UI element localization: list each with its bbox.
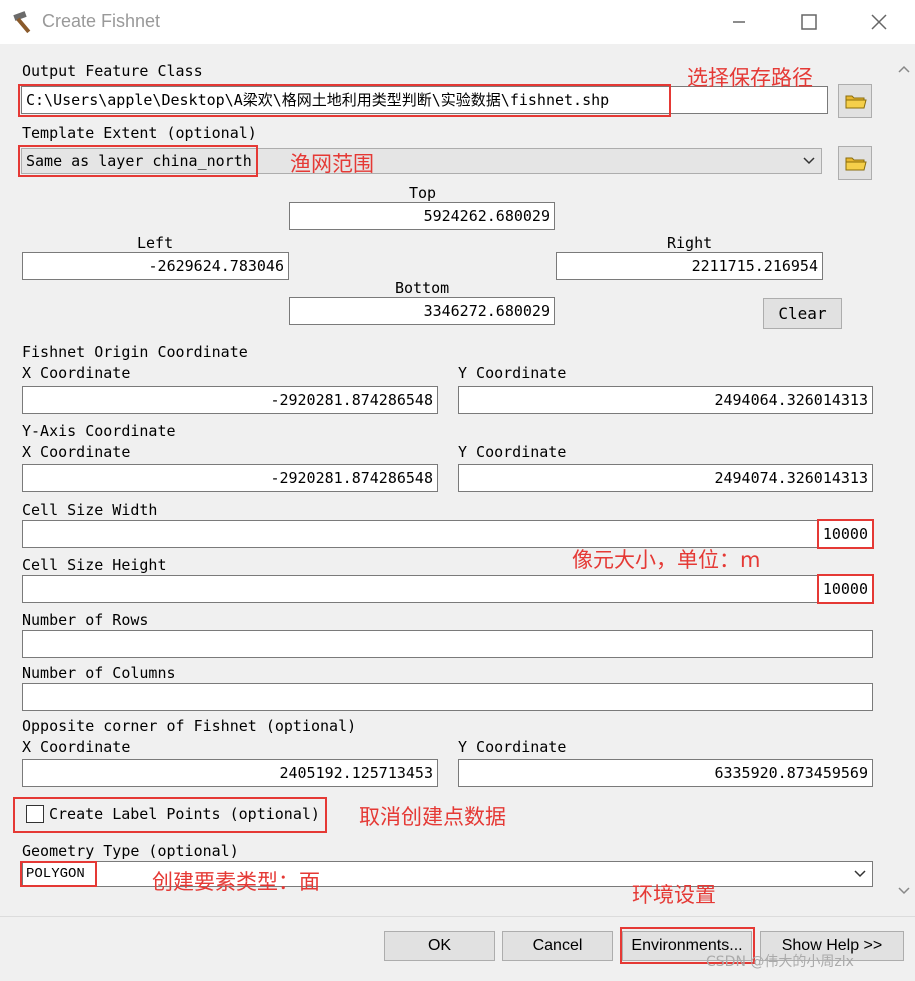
output-feature-class-label: Output Feature Class [22, 62, 203, 80]
rows-label: Number of Rows [22, 611, 149, 629]
watermark: CSDN @伟大的小周zlx [706, 954, 854, 970]
folder-icon [845, 157, 867, 171]
opposite-x-input[interactable]: 2405192.125713453 [22, 759, 438, 787]
browse-output-button[interactable] [838, 84, 872, 118]
clear-button[interactable]: Clear [763, 298, 842, 329]
highlight-cell-height [817, 574, 874, 604]
annotation-save-path: 选择保存路径 [687, 66, 813, 90]
y-axis-x-input[interactable]: -2920281.874286548 [22, 464, 438, 492]
y-axis-y-input[interactable]: 2494074.326014313 [458, 464, 873, 492]
geometry-type-select[interactable]: POLYGON [22, 861, 873, 887]
origin-y-label: Y Coordinate [458, 364, 567, 382]
hammer-icon [13, 11, 31, 34]
columns-label: Number of Columns [22, 664, 176, 682]
cancel-button[interactable]: Cancel [502, 931, 613, 961]
y-axis-y-label: Y Coordinate [458, 443, 567, 461]
left-input[interactable]: -2629624.783046 [22, 252, 289, 280]
highlight-geometry-type [20, 861, 97, 887]
cell-height-label: Cell Size Height [22, 556, 167, 574]
top-input[interactable]: 5924262.680029 [289, 202, 555, 230]
cell-width-label: Cell Size Width [22, 501, 158, 519]
left-label: Left [137, 234, 174, 252]
window-title: Create Fishnet [42, 11, 161, 31]
template-extent-label: Template Extent (optional) [22, 124, 257, 142]
y-axis-label: Y-Axis Coordinate [22, 422, 176, 440]
annotation-environment: 环境设置 [632, 883, 716, 907]
annotation-geometry: 创建要素类型：面 [152, 870, 320, 894]
geometry-type-label: Geometry Type (optional) [22, 842, 239, 860]
opposite-x-label: X Coordinate [22, 738, 131, 756]
highlight-output-path [18, 84, 671, 117]
chevron-down-icon [854, 870, 866, 878]
opposite-y-label: Y Coordinate [458, 738, 567, 756]
minimize-icon[interactable] [724, 8, 754, 36]
vertical-scrollbar[interactable] [893, 44, 915, 916]
folder-icon [845, 95, 867, 109]
columns-input[interactable] [22, 683, 873, 711]
scroll-down-icon[interactable] [897, 884, 911, 898]
scroll-up-icon[interactable] [897, 62, 911, 76]
bottom-input[interactable]: 3346272.680029 [289, 297, 555, 325]
y-axis-x-label: X Coordinate [22, 443, 131, 461]
origin-x-label: X Coordinate [22, 364, 131, 382]
ok-button[interactable]: OK [384, 931, 495, 961]
rows-input[interactable] [22, 630, 873, 658]
maximize-icon[interactable] [794, 8, 824, 36]
chevron-down-icon [803, 157, 815, 165]
top-label: Top [409, 184, 437, 202]
opposite-label: Opposite corner of Fishnet (optional) [22, 717, 357, 735]
highlight-template-extent [18, 145, 258, 177]
close-icon[interactable] [864, 8, 894, 36]
highlight-label-points [13, 797, 327, 833]
origin-y-input[interactable]: 2494064.326014313 [458, 386, 873, 414]
right-input[interactable]: 2211715.216954 [556, 252, 823, 280]
annotation-fishnet-extent: 渔网范围 [290, 152, 374, 176]
opposite-y-input[interactable]: 6335920.873459569 [458, 759, 873, 787]
annotation-cell-size: 像元大小，单位：m [572, 548, 761, 572]
browse-extent-button[interactable] [838, 146, 872, 180]
right-label: Right [667, 234, 713, 252]
highlight-cell-width [817, 519, 874, 549]
annotation-cancel-points: 取消创建点数据 [359, 805, 506, 829]
bottom-label: Bottom [395, 279, 450, 297]
origin-label: Fishnet Origin Coordinate [22, 343, 248, 361]
cell-height-input[interactable]: 10000 [22, 575, 873, 603]
origin-x-input[interactable]: -2920281.874286548 [22, 386, 438, 414]
title-bar: Create Fishnet [0, 0, 915, 44]
